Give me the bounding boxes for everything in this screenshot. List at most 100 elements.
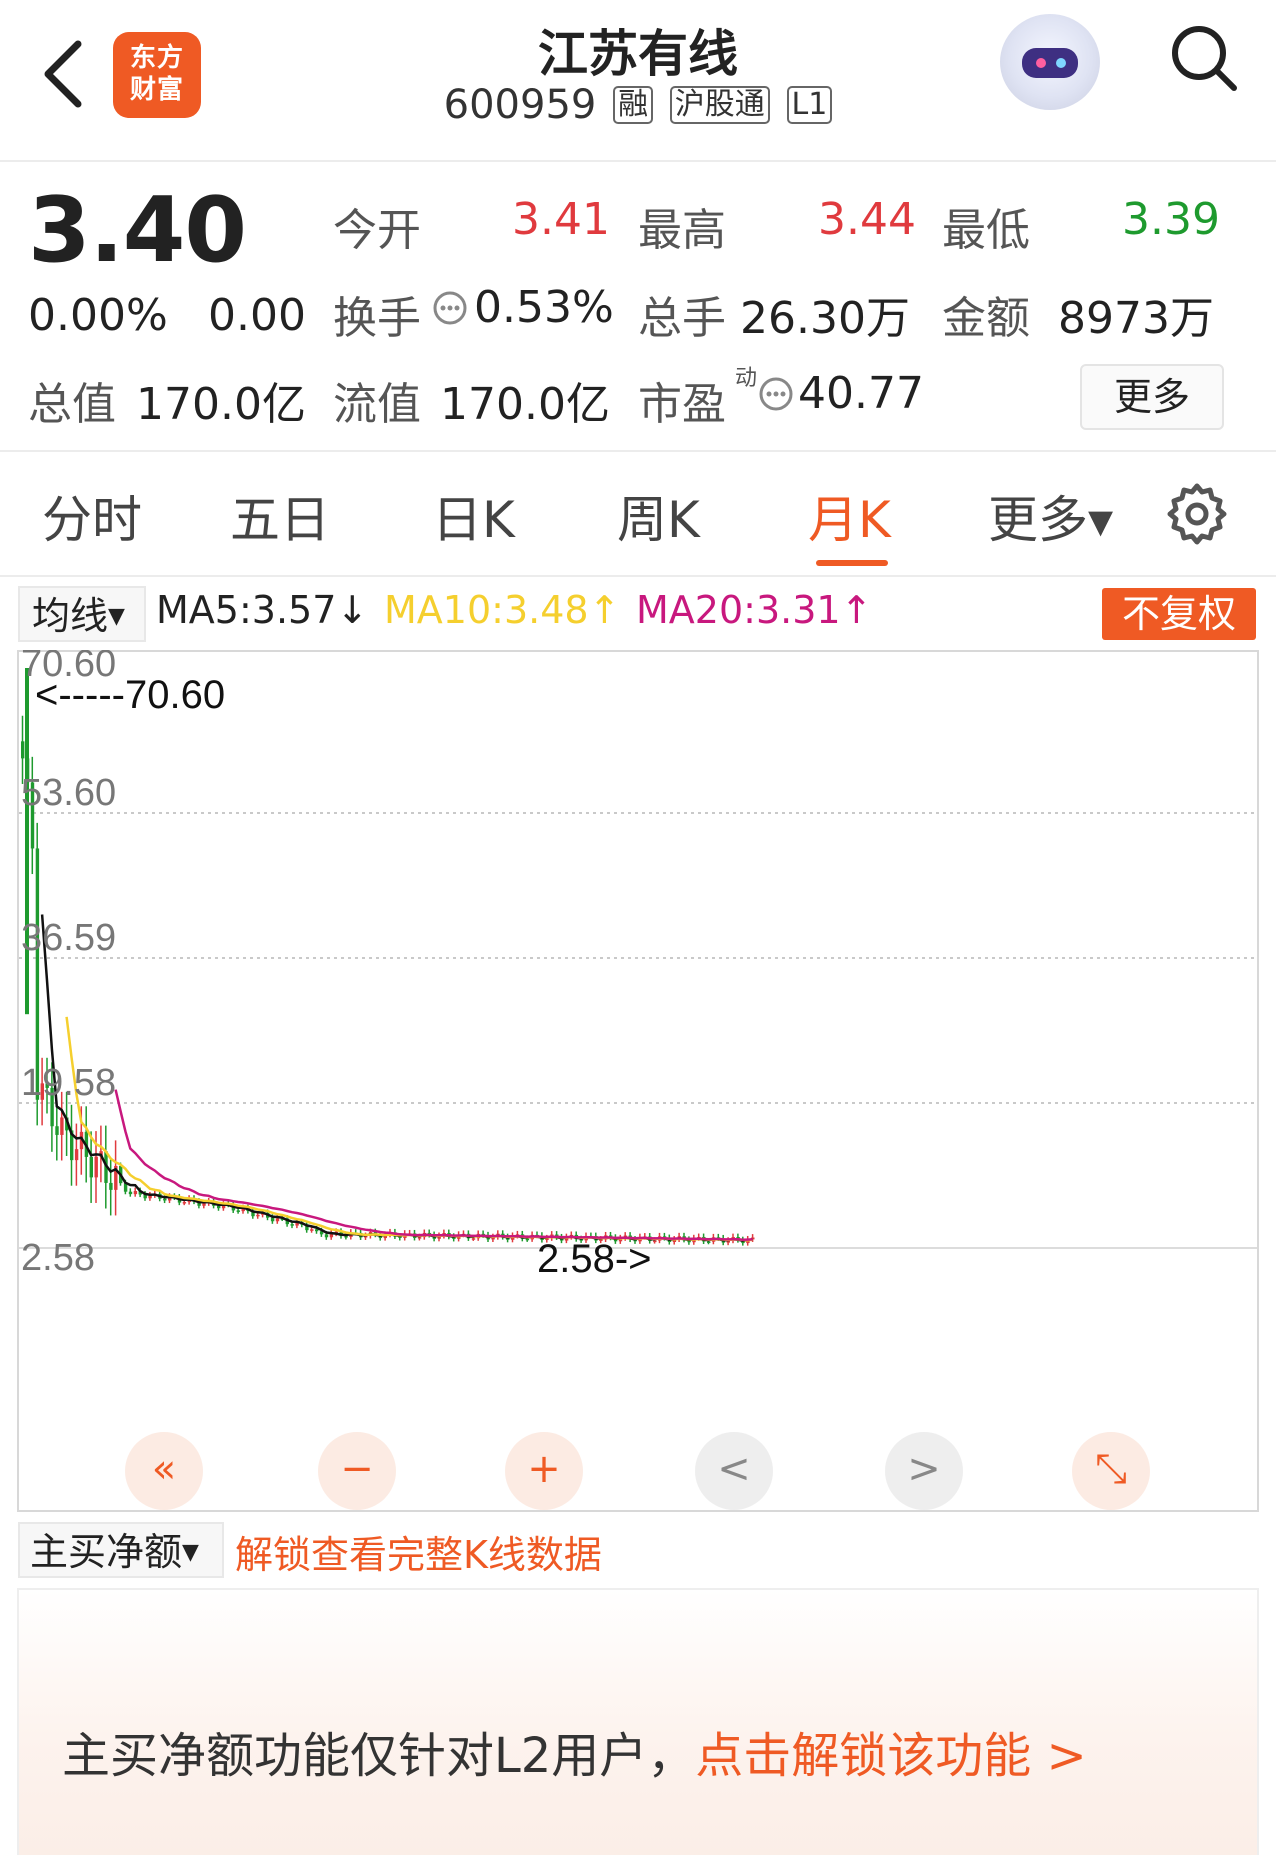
volume-value: 26.30万 [740,293,910,344]
net-buy-selector[interactable]: 主买净额▼ [18,1522,224,1578]
connect-tag: 沪股通 [669,86,770,124]
l2-notice-text: 主买净额功能仅针对L2用户， [62,1728,696,1784]
candle-body [217,1205,221,1209]
candle-body [202,1203,206,1206]
plus-icon: + [527,1446,561,1492]
candle-body [182,1202,187,1204]
dropdown-caret-icon: ▼ [182,1540,199,1565]
adjust-mode-button[interactable]: 不复权 [1102,588,1256,640]
turnover-value: 0.53% [474,282,614,333]
candle-body [324,1234,329,1238]
float-label: 流值 [333,379,421,430]
indicator-selector-label: 均线 [32,594,109,638]
level-tag: L1 [786,86,833,124]
open-label: 今开 [333,205,421,256]
kline-chart[interactable]: 70.6053.6036.5919.582.58<-----70.602.58-… [17,650,1259,1512]
scroll-left-far-button[interactable]: « [125,1432,203,1510]
candle-body [74,1149,79,1161]
candle-body [290,1224,294,1226]
candle-body [653,1240,657,1243]
y-tick-label: 2.58 [21,1237,95,1279]
scroll-left-button[interactable]: < [695,1432,773,1510]
tab-daily-k[interactable]: 日K [432,480,515,552]
candle-body [256,1214,260,1217]
stock-code: 600959 [443,82,597,128]
max-price-marker: <-----70.60 [35,673,225,717]
ma10-value: MA10:3.48↑ [384,588,621,632]
candle-body [707,1241,711,1243]
candle-body [128,1191,133,1195]
ma5-value: MA5:3.57↓ [156,588,369,632]
fullscreen-button[interactable]: ⤡ [1072,1432,1150,1510]
candle-body [25,668,29,1015]
search-icon[interactable] [1168,22,1240,94]
active-tab-indicator [816,560,888,566]
open-value: 3.41 [512,194,610,245]
volume-label: 总手 [638,293,726,344]
candle-body [275,1218,280,1222]
current-price: 3.40 [28,178,247,283]
zoom-out-button[interactable]: − [318,1432,396,1510]
low-value: 3.39 [1122,194,1220,245]
candle-body [236,1210,240,1212]
divider [0,450,1276,452]
ma20-value: MA20:3.31↑ [636,588,873,632]
low-label: 最低 [942,205,1030,256]
candle-body [525,1238,530,1241]
pe-superscript: 动 [735,366,758,391]
candle-body [55,1126,59,1135]
amount-value: 8973万 [1058,293,1214,344]
candle-body [417,1237,422,1239]
dropdown-caret-icon: ▼ [108,604,125,629]
unlock-feature-link[interactable]: 点击解锁该功能 > [695,1728,1086,1784]
more-quote-button[interactable]: 更多 [1080,364,1224,430]
y-tick-label: 36.59 [21,917,116,959]
assistant-robot-icon[interactable] [1000,14,1100,110]
float-value: 170.0亿 [440,379,610,430]
net-buy-selector-label: 主买净额 [30,1530,183,1574]
chevron-right-icon: > [907,1446,941,1492]
amount-label: 金额 [942,293,1030,344]
mktcap-value: 170.0亿 [136,379,306,430]
mktcap-label: 总值 [28,379,116,430]
candle-body [21,741,25,759]
zoom-in-button[interactable]: + [505,1432,583,1510]
turnover-label: 换手 [333,293,421,344]
info-icon[interactable] [432,290,468,326]
chevron-left-icon: < [717,1446,751,1492]
candle-body [471,1238,476,1240]
candle-body [310,1229,314,1231]
candle-body [60,1117,64,1135]
min-price-marker: 2.58-> [537,1237,652,1281]
y-tick-label: 53.60 [21,772,116,814]
l2-notice: 主买净额功能仅针对L2用户，点击解锁该功能 > [62,1716,1087,1786]
candle-body [89,1156,93,1178]
change-percent: 0.00% [28,290,168,341]
divider [0,575,1276,577]
tab-intraday[interactable]: 分时 [42,480,142,552]
high-label: 最高 [638,205,726,256]
tab-five-day[interactable]: 五日 [230,480,330,552]
double-left-icon: « [151,1446,177,1492]
candle-body [109,1182,113,1190]
pe-info-icon[interactable] [758,376,794,412]
gear-icon[interactable] [1165,482,1229,546]
candle-body [163,1198,167,1201]
unlock-kline-link[interactable]: 解锁查看完整K线数据 [235,1524,602,1579]
candle-body [133,1190,138,1195]
candle-body [94,1156,98,1178]
tab-weekly-k[interactable]: 周K [617,480,700,552]
margin-tag: 融 [613,86,654,124]
scroll-right-button[interactable]: > [885,1432,963,1510]
expand-icon: ⤡ [1095,1446,1127,1492]
top-bar: 东方 财富 江苏有线 600959 融 沪股通 L1 [0,0,1276,162]
tab-more[interactable]: 更多▾ [988,480,1113,552]
pe-value: 40.77 [798,368,924,419]
tab-monthly-k[interactable]: 月K [808,480,891,552]
high-value: 3.44 [818,194,916,245]
candle-body [270,1217,275,1222]
pe-label: 市盈 [638,379,726,430]
y-tick-label: 19.58 [21,1062,116,1104]
minus-icon: − [340,1446,374,1492]
indicator-selector[interactable]: 均线▼ [18,586,146,642]
